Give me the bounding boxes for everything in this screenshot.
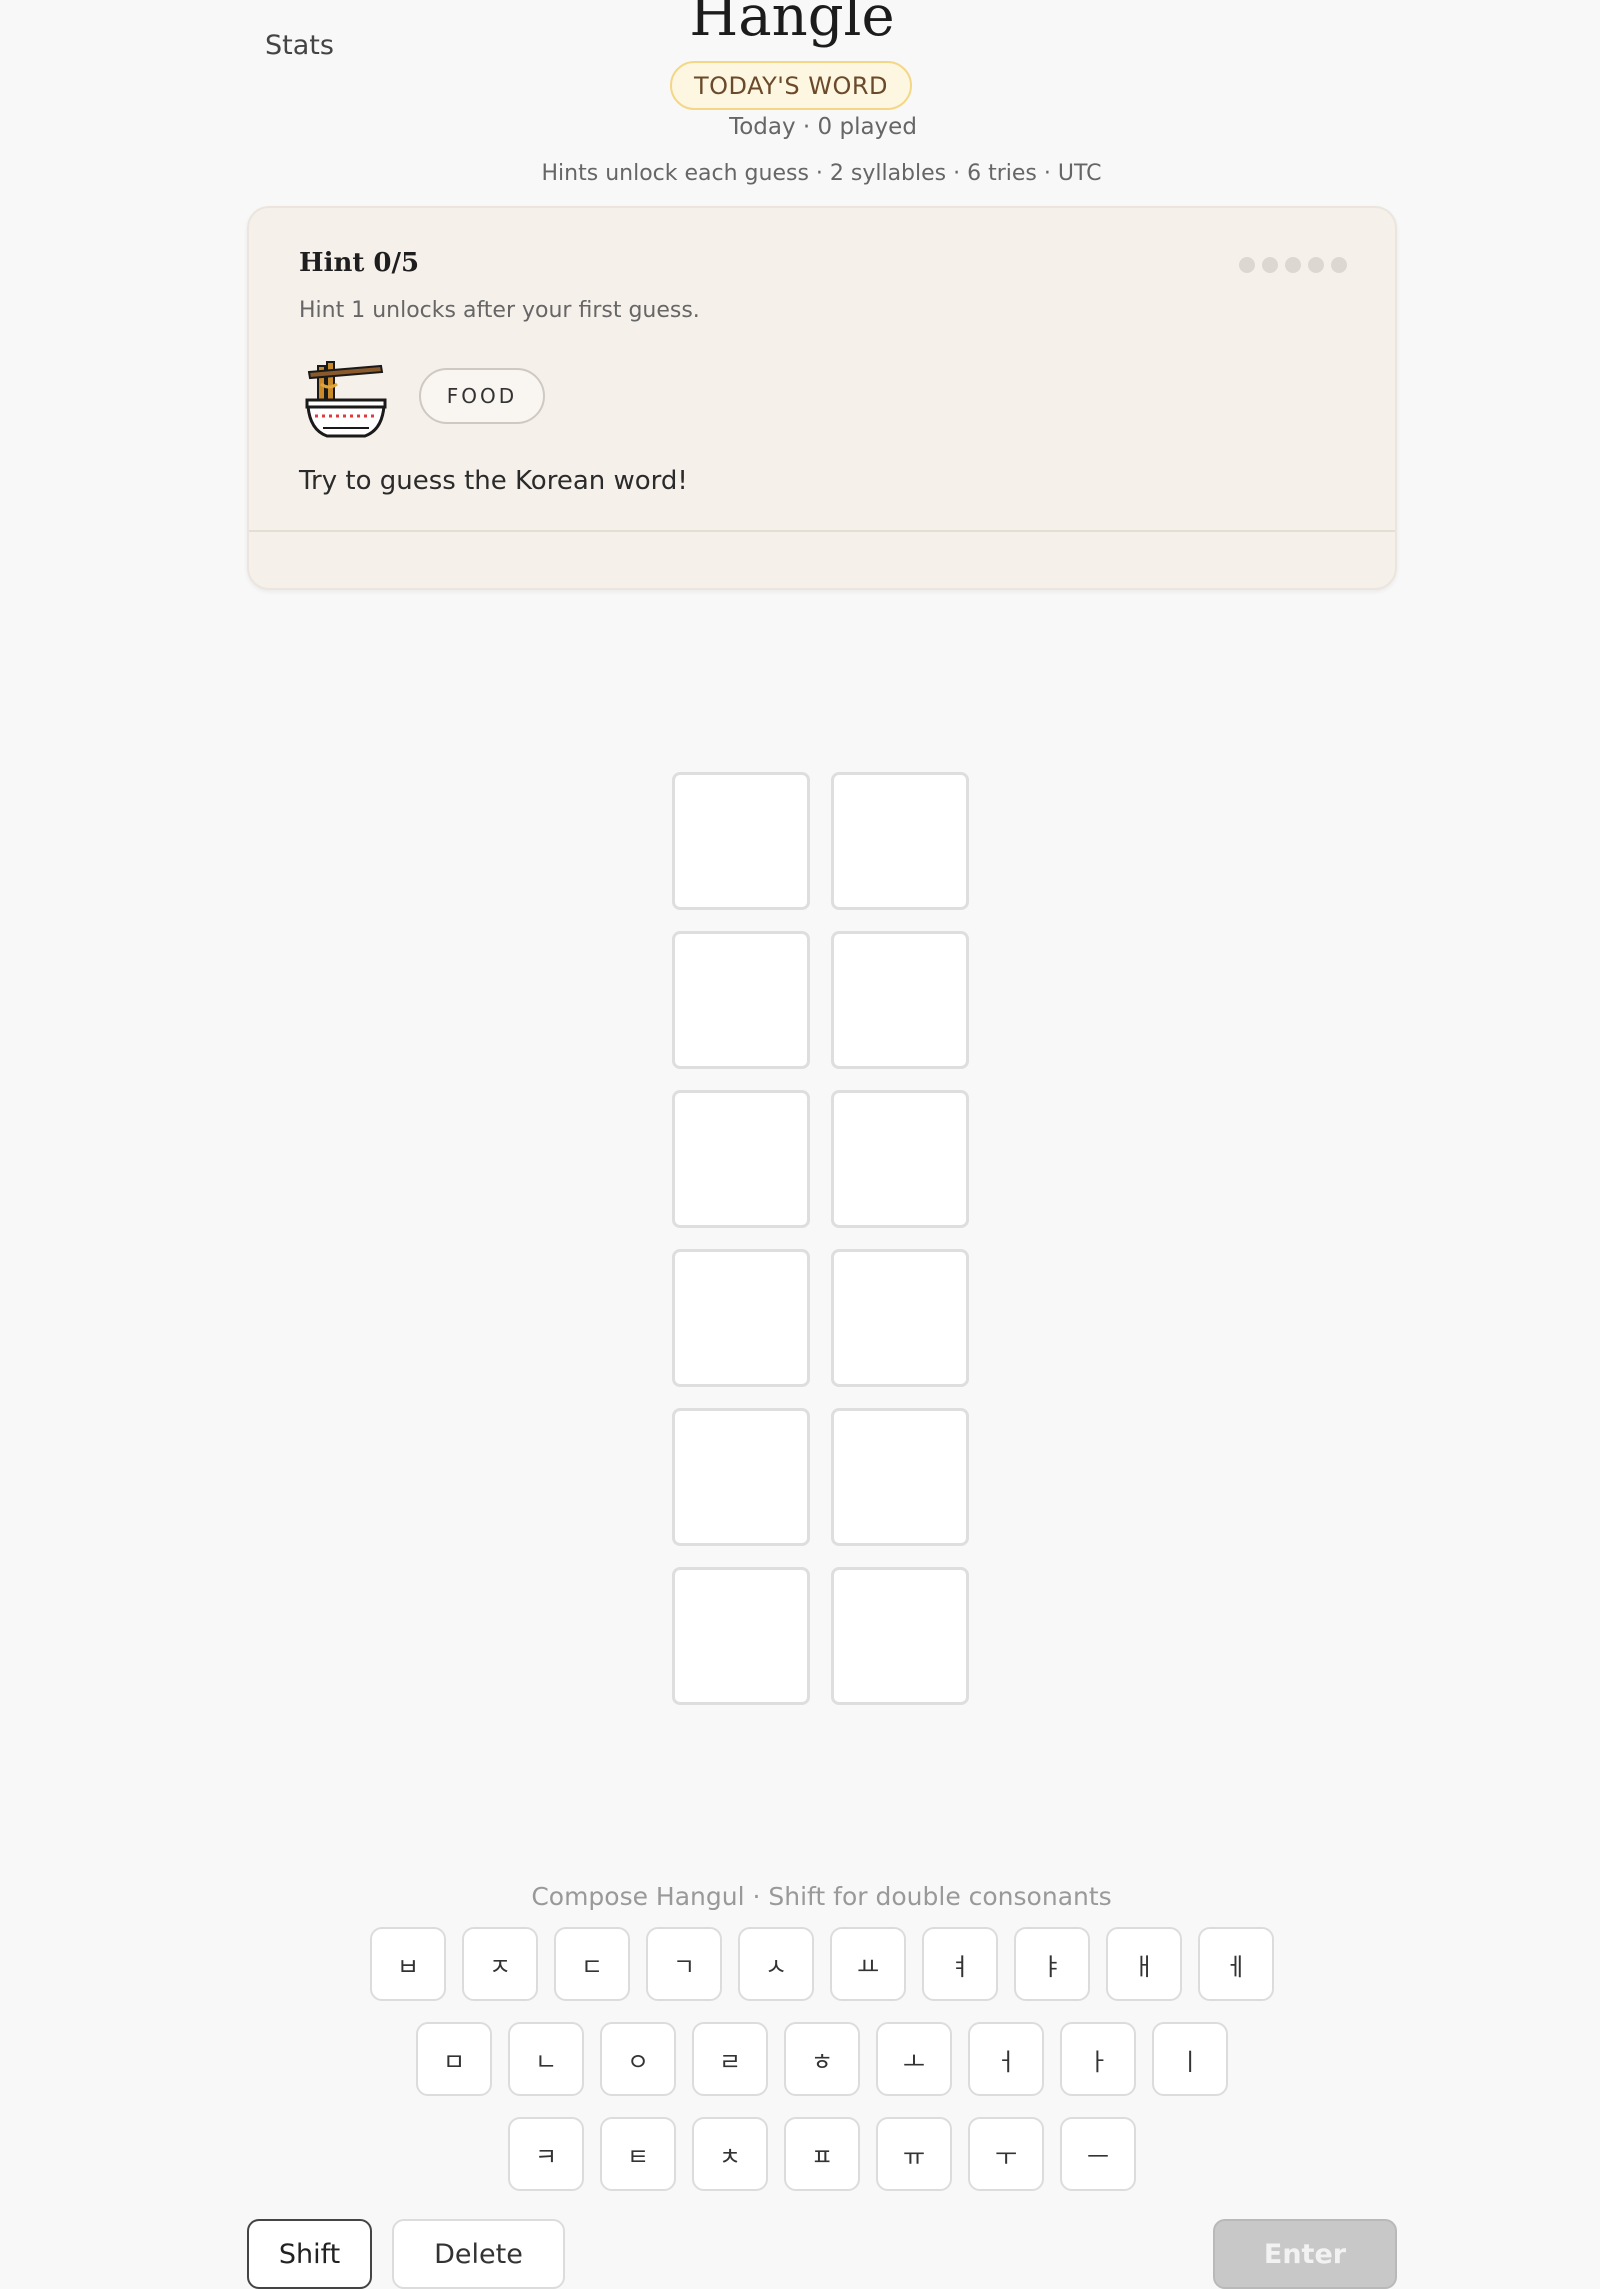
key-ㅍ[interactable]: ㅍ (784, 2117, 860, 2191)
key-ㅊ[interactable]: ㅊ (692, 2117, 768, 2191)
keyboard-row-1: ㅂㅈㄷㄱㅅㅛㅕㅑㅐㅔ (370, 1927, 1274, 2001)
key-ㅑ[interactable]: ㅑ (1014, 1927, 1090, 2001)
keyboard-row-2: ㅁㄴㅇㄹㅎㅗㅓㅏㅣ (416, 2022, 1228, 2096)
guess-tile (672, 772, 810, 910)
key-ㅣ[interactable]: ㅣ (1152, 2022, 1228, 2096)
key-ㅅ[interactable]: ㅅ (738, 1927, 814, 2001)
guess-tile (831, 931, 969, 1069)
hint-title: Hint 0/5 (299, 248, 420, 278)
key-ㅏ[interactable]: ㅏ (1060, 2022, 1136, 2096)
key-ㅎ[interactable]: ㅎ (784, 2022, 860, 2096)
key-ㄷ[interactable]: ㄷ (554, 1927, 630, 2001)
keyboard-hint: Compose Hangul · Shift for double conson… (531, 1882, 1112, 1911)
key-ㅕ[interactable]: ㅕ (922, 1927, 998, 2001)
key-ㅐ[interactable]: ㅐ (1106, 1927, 1182, 2001)
key-ㄴ[interactable]: ㄴ (508, 2022, 584, 2096)
key-ㅜ[interactable]: ㅜ (968, 2117, 1044, 2191)
hint-subtitle: Hint 1 unlocks after your first guess. (299, 298, 700, 323)
noodle-bowl-icon (305, 361, 387, 438)
key-ㅂ[interactable]: ㅂ (370, 1927, 446, 2001)
guess-tile (672, 1090, 810, 1228)
app-title: Hangle (689, 0, 895, 49)
key-ㅠ[interactable]: ㅠ (876, 2117, 952, 2191)
key-ㅓ[interactable]: ㅓ (968, 2022, 1044, 2096)
hint-dot (1262, 257, 1278, 273)
guess-tile (672, 1408, 810, 1546)
hint-dot (1239, 257, 1255, 273)
category-chip: FOOD (419, 368, 545, 424)
hint-dot (1331, 257, 1347, 273)
guess-tile (831, 1249, 969, 1387)
guess-tile (672, 931, 810, 1069)
key-ㄹ[interactable]: ㄹ (692, 2022, 768, 2096)
hint-dot (1308, 257, 1324, 273)
card-divider (249, 530, 1395, 532)
guess-tile (831, 1567, 969, 1705)
guess-grid (672, 772, 969, 1705)
hint-card: Hint 0/5 Hint 1 unlocks after your first… (247, 206, 1397, 590)
key-ㅔ[interactable]: ㅔ (1198, 1927, 1274, 2001)
hint-text: Try to guess the Korean word! (299, 466, 688, 496)
played-count: Today · 0 played (729, 114, 917, 140)
guess-tile (831, 1408, 969, 1546)
keyboard-row-3: ㅋㅌㅊㅍㅠㅜㅡ (508, 2117, 1136, 2191)
key-ㅌ[interactable]: ㅌ (600, 2117, 676, 2191)
key-ㅡ[interactable]: ㅡ (1060, 2117, 1136, 2191)
key-ㅇ[interactable]: ㅇ (600, 2022, 676, 2096)
key-ㅈ[interactable]: ㅈ (462, 1927, 538, 2001)
todays-word-badge[interactable]: TODAY'S WORD (670, 61, 912, 110)
hint-dot (1285, 257, 1301, 273)
key-ㄱ[interactable]: ㄱ (646, 1927, 722, 2001)
guess-tile (831, 772, 969, 910)
guess-tile (831, 1090, 969, 1228)
key-ㅋ[interactable]: ㅋ (508, 2117, 584, 2191)
hint-progress-dots (1239, 257, 1347, 273)
guess-tile (672, 1567, 810, 1705)
guess-tile (672, 1249, 810, 1387)
key-ㅛ[interactable]: ㅛ (830, 1927, 906, 2001)
game-rules: Hints unlock each guess · 2 syllables · … (541, 161, 1102, 186)
key-ㅗ[interactable]: ㅗ (876, 2022, 952, 2096)
key-ㅁ[interactable]: ㅁ (416, 2022, 492, 2096)
